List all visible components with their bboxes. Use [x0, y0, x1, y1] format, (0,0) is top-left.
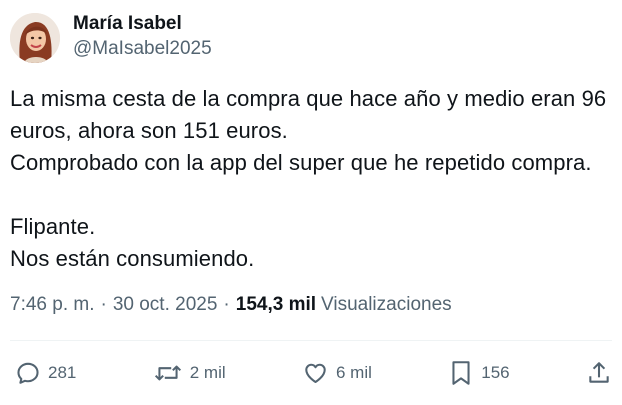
share-icon [589, 362, 609, 383]
bookmark-button[interactable]: 156 [448, 359, 510, 387]
reply-count: 281 [48, 363, 77, 382]
tweet-text-line: Nos están consumiendo. [10, 246, 255, 271]
avatar[interactable] [10, 13, 60, 63]
avatar-illustration [10, 13, 60, 63]
repost-count: 2 mil [189, 363, 226, 382]
repost-button[interactable]: 2 mil [153, 360, 226, 386]
tweet-time[interactable]: 7:46 p. m. [10, 294, 95, 316]
like-button[interactable]: 6 mil [302, 360, 372, 386]
author-display-name[interactable]: María Isabel [73, 12, 212, 36]
reply-button[interactable]: 281 [15, 360, 76, 386]
meta-separator: · [223, 294, 230, 315]
bookmark-icon [452, 361, 470, 385]
reply-icon [17, 362, 39, 384]
views-label[interactable]: Visualizaciones [321, 294, 452, 316]
bookmark-count: 156 [481, 363, 510, 382]
divider [10, 340, 612, 341]
tweet-meta: 7:46 p. m. · 30 oct. 2025 · 154,3 mil Vi… [10, 294, 452, 316]
meta-separator: · [100, 294, 107, 315]
tweet-text-line: Flipante. [10, 214, 96, 239]
repost-icon [154, 365, 181, 381]
author-handle[interactable]: @MaIsabel2025 [73, 36, 212, 62]
like-count: 6 mil [336, 363, 372, 382]
heart-icon [305, 363, 326, 384]
tweet-header: María Isabel @MaIsabel2025 [10, 12, 212, 64]
tweet-text-line: La misma cesta de la compra que hace año… [10, 86, 607, 111]
views-count[interactable]: 154,3 mil [236, 294, 316, 316]
tweet-date[interactable]: 30 oct. 2025 [113, 294, 218, 316]
tweet-text-line: euros, ahora son 151 euros. [10, 118, 288, 143]
share-button[interactable] [586, 360, 612, 386]
tweet-text-line: Comprobado con la app del super que he r… [10, 150, 592, 175]
tweet-text: La misma cesta de la compra que hace año… [10, 83, 615, 275]
action-bar: 281 2 mil 6 mil 156 [15, 356, 612, 390]
